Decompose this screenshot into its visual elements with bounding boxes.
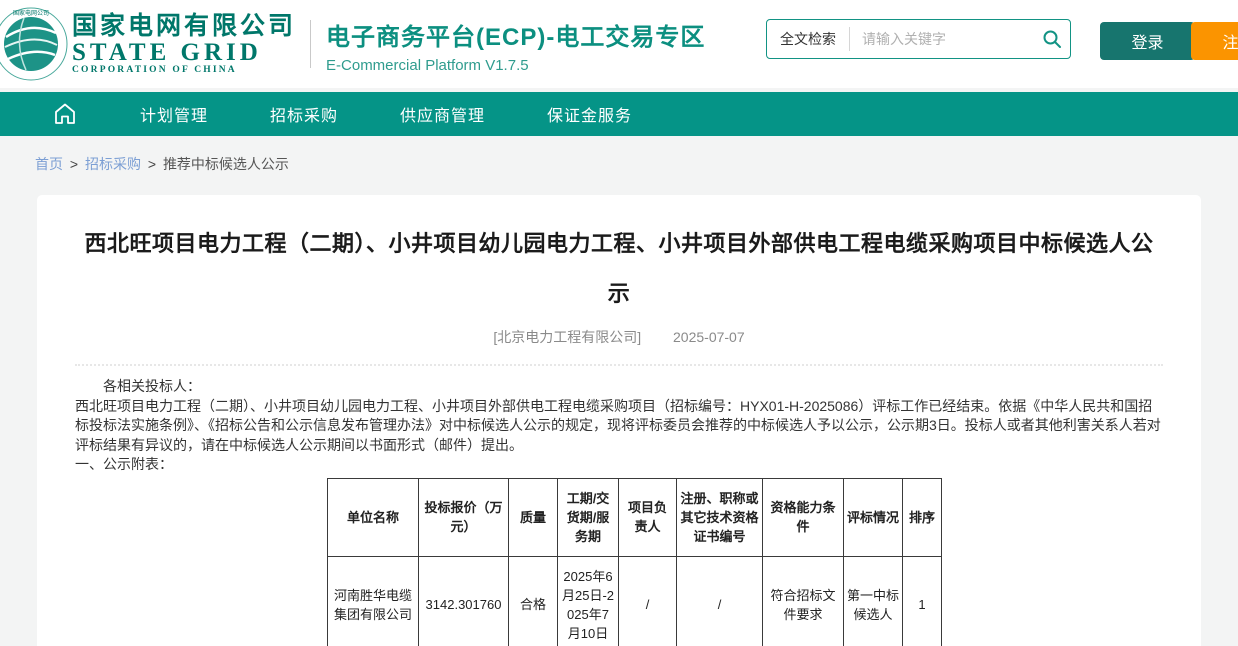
divider [75, 364, 1163, 366]
cell-quality: 合格 [509, 556, 558, 646]
logo-company-name-en: STATE GRID [72, 40, 296, 65]
cell-project-leader: / [619, 556, 677, 646]
breadcrumb-separator: > [70, 156, 78, 172]
search-input[interactable] [850, 31, 1034, 47]
page-title: 西北旺项目电力工程（二期）、小井项目幼儿园电力工程、小井项目外部供电工程电缆采购… [75, 219, 1163, 319]
nav-item-bidding-procurement[interactable]: 招标采购 [270, 102, 338, 126]
announcement-body-text: 西北旺项目电力工程（二期）、小井项目幼儿园电力工程、小井项目外部供电工程电缆采购… [75, 397, 1163, 456]
table-row: 河南胜华电缆集团有限公司 3142.301760 合格 2025年6月25日-2… [328, 556, 942, 646]
nav-item-supplier-management[interactable]: 供应商管理 [400, 102, 485, 126]
article-body: 各相关投标人： 西北旺项目电力工程（二期）、小井项目幼儿园电力工程、小井项目外部… [75, 377, 1163, 475]
cell-duration: 2025年6月25日-2025年7月10日 [558, 556, 619, 646]
header-divider [310, 20, 311, 68]
page-header: 国家电网公司 国家电网有限公司 STATE GRID CORPORATION O… [0, 0, 1238, 88]
cell-evaluation: 第一中标候选人 [844, 556, 903, 646]
section-label: 一、公示附表： [75, 455, 1163, 475]
publish-date: 2025-07-07 [673, 329, 745, 345]
logo-company-name-cn: 国家电网有限公司 [72, 13, 296, 41]
nav-item-plan-management[interactable]: 计划管理 [140, 102, 208, 126]
nav-item-deposit-service[interactable]: 保证金服务 [547, 102, 632, 126]
search-icon[interactable] [1034, 29, 1070, 49]
logo-company-name-sub: CORPORATION OF CHINA [72, 65, 296, 75]
logo-text: 国家电网有限公司 STATE GRID CORPORATION OF CHINA [72, 13, 296, 76]
search-box: 全文检索 [766, 19, 1071, 59]
breadcrumb: 首页 > 招标采购 > 推荐中标候选人公示 [35, 154, 1238, 174]
state-grid-globe-icon: 国家电网公司 [0, 7, 68, 81]
col-header-company: 单位名称 [328, 478, 419, 556]
col-header-rank: 排序 [903, 478, 942, 556]
col-header-qualification: 资格能力条件 [763, 478, 844, 556]
search-scope-selector[interactable]: 全文检索 [767, 29, 849, 49]
cell-bid-price: 3142.301760 [419, 556, 509, 646]
platform-title: 电子商务平台(ECP)-电工交易专区 [326, 17, 705, 52]
register-button[interactable]: 注册 [1191, 22, 1238, 60]
house-icon [52, 101, 78, 127]
col-header-certificate: 注册、职称或其它技术资格证书编号 [677, 478, 763, 556]
article-meta: [北京电力工程有限公司] 2025-07-07 [75, 327, 1163, 347]
main-nav: 计划管理 招标采购 供应商管理 保证金服务 [0, 92, 1238, 136]
breadcrumb-current-page: 推荐中标候选人公示 [163, 156, 289, 172]
table-header-row: 单位名称 投标报价（万元） 质量 工期/交货期/服务期 项目负责人 注册、职称或… [328, 478, 942, 556]
salutation-text: 各相关投标人： [75, 377, 1163, 397]
platform-subtitle: E-Commercial Platform V1.7.5 [326, 57, 705, 74]
nav-home-button[interactable] [52, 101, 78, 127]
login-button[interactable]: 登录 [1100, 22, 1195, 60]
announcement-card: 西北旺项目电力工程（二期）、小井项目幼儿园电力工程、小井项目外部供电工程电缆采购… [37, 195, 1201, 646]
col-header-duration: 工期/交货期/服务期 [558, 478, 619, 556]
breadcrumb-separator: > [148, 156, 156, 172]
breadcrumb-home-link[interactable]: 首页 [35, 156, 63, 172]
publisher-name: [北京电力工程有限公司] [493, 329, 641, 345]
cell-rank: 1 [903, 556, 942, 646]
cell-qualification: 符合招标文件要求 [763, 556, 844, 646]
bid-candidates-table: 单位名称 投标报价（万元） 质量 工期/交货期/服务期 项目负责人 注册、职称或… [327, 478, 942, 646]
col-header-evaluation: 评标情况 [844, 478, 903, 556]
cell-company: 河南胜华电缆集团有限公司 [328, 556, 419, 646]
state-grid-logo: 国家电网公司 国家电网有限公司 STATE GRID CORPORATION O… [0, 7, 296, 81]
col-header-quality: 质量 [509, 478, 558, 556]
platform-title-block: 电子商务平台(ECP)-电工交易专区 E-Commercial Platform… [326, 15, 705, 74]
logo-ring-text: 国家电网公司 [13, 9, 49, 17]
breadcrumb-bidding-link[interactable]: 招标采购 [85, 156, 141, 172]
col-header-bid-price: 投标报价（万元） [419, 478, 509, 556]
col-header-project-leader: 项目负责人 [619, 478, 677, 556]
cell-certificate: / [677, 556, 763, 646]
